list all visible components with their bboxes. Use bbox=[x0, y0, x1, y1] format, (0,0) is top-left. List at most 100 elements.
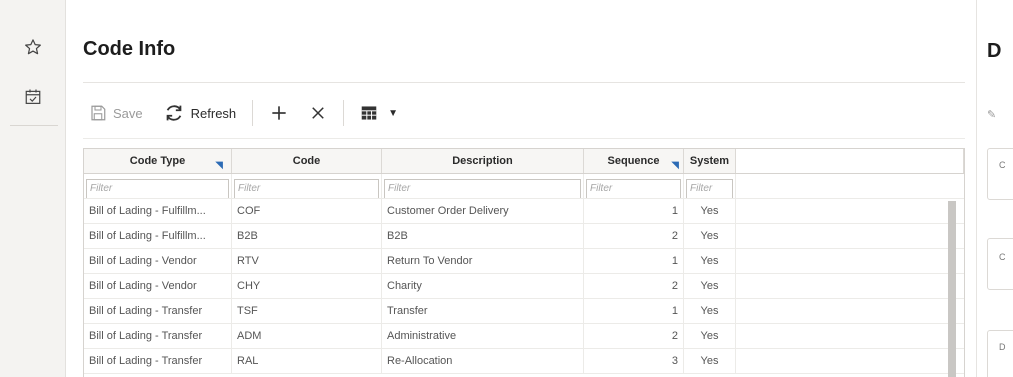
cell-system: Yes bbox=[684, 274, 736, 298]
left-rail bbox=[0, 0, 66, 377]
favorite-star-icon[interactable] bbox=[22, 36, 44, 58]
filter-sequence-input[interactable] bbox=[586, 178, 681, 198]
cell-system: Yes bbox=[684, 199, 736, 223]
cell-system: Yes bbox=[684, 224, 736, 248]
cell-description: Transfer bbox=[382, 299, 584, 323]
cell-spacer bbox=[736, 299, 964, 323]
cell-sequence: 2 bbox=[584, 224, 684, 248]
table-row[interactable]: Bill of Lading - Fulfillm... B2B B2B 2 Yes bbox=[84, 224, 964, 249]
cell-code: TSF bbox=[232, 299, 382, 323]
cell-code-type: Bill of Lading - Transfer bbox=[84, 349, 232, 373]
table-row[interactable]: Bill of Lading - Vendor RTV Return To Vend… bbox=[84, 249, 964, 274]
filter-row bbox=[84, 174, 964, 199]
toolbar: Save Refresh ▼ bbox=[83, 96, 404, 130]
cell-sequence: 1 bbox=[584, 249, 684, 273]
detail-field-label: C bbox=[999, 252, 1006, 262]
cell-sequence: 3 bbox=[584, 349, 684, 373]
cell-code-type: Bill of Lading - Fulfillm... bbox=[84, 199, 232, 223]
cell-code-type: Bill of Lading - Fulfillm... bbox=[84, 224, 232, 248]
cell-description: Charity bbox=[382, 274, 584, 298]
sort-ascending-icon: ◥ bbox=[215, 160, 223, 171]
col-header-code[interactable]: Code bbox=[232, 149, 382, 173]
cell-description: Return To Vendor bbox=[382, 249, 584, 273]
detail-field-box[interactable] bbox=[987, 148, 1013, 200]
cell-sequence: 1 bbox=[584, 299, 684, 323]
save-icon bbox=[91, 105, 106, 121]
table-row[interactable]: Bill of Lading - Transfer RAL Re-Allocatio… bbox=[84, 349, 964, 374]
cell-spacer bbox=[736, 324, 964, 348]
cell-code: RTV bbox=[232, 249, 382, 273]
detail-panel: D ✎ C C D bbox=[976, 0, 1013, 377]
cell-system: Yes bbox=[684, 349, 736, 373]
cell-spacer bbox=[736, 199, 964, 223]
close-icon bbox=[312, 107, 324, 119]
col-header-system[interactable]: System bbox=[684, 149, 736, 173]
toolbar-separator bbox=[252, 100, 254, 126]
delete-button[interactable] bbox=[303, 98, 333, 128]
columns-menu-button[interactable]: ▼ bbox=[354, 98, 404, 128]
cell-code: CHY bbox=[232, 274, 382, 298]
filter-system-input[interactable] bbox=[686, 178, 733, 198]
plus-icon bbox=[272, 106, 286, 120]
detail-panel-title: D bbox=[987, 40, 1002, 62]
cell-sequence: 2 bbox=[584, 324, 684, 348]
col-header-description[interactable]: Description bbox=[382, 149, 584, 173]
cell-system: Yes bbox=[684, 324, 736, 348]
detail-field-label: C bbox=[999, 160, 1006, 170]
table-row[interactable]: Bill of Lading - Vendor CHY Charity 2 Yes bbox=[84, 274, 964, 299]
cell-description: Re-Allocation bbox=[382, 349, 584, 373]
code-info-panel: Code Info Save Refresh ▼ Code Type ◥ Code… bbox=[67, 0, 975, 377]
detail-field-box[interactable] bbox=[987, 238, 1013, 290]
cell-spacer bbox=[736, 349, 964, 373]
cell-spacer bbox=[736, 249, 964, 273]
cell-code: RAL bbox=[232, 349, 382, 373]
refresh-icon bbox=[166, 105, 181, 121]
table-body: Bill of Lading - Fulfillm... COF Customer … bbox=[84, 199, 964, 374]
table-row[interactable]: Bill of Lading - Fulfillm... COF Customer … bbox=[84, 199, 964, 224]
cell-sequence: 2 bbox=[584, 274, 684, 298]
table-icon bbox=[361, 106, 377, 120]
save-label: Save bbox=[113, 105, 143, 121]
cell-code: B2B bbox=[232, 224, 382, 248]
detail-field-label: D bbox=[999, 342, 1006, 352]
code-info-table: Code Type ◥ Code Description Sequence ◥ Sy… bbox=[83, 148, 965, 377]
cell-system: Yes bbox=[684, 299, 736, 323]
page-title: Code Info bbox=[83, 38, 176, 60]
vertical-scrollbar[interactable] bbox=[948, 201, 956, 377]
cell-code-type: Bill of Lading - Vendor bbox=[84, 249, 232, 273]
refresh-button[interactable]: Refresh bbox=[157, 98, 243, 128]
cell-description: Customer Order Delivery bbox=[382, 199, 584, 223]
cell-code-type: Bill of Lading - Transfer bbox=[84, 299, 232, 323]
add-button[interactable] bbox=[263, 98, 295, 128]
table-row[interactable]: Bill of Lading - Transfer TSF Transfer 1 Yes bbox=[84, 299, 964, 324]
filter-description-input[interactable] bbox=[384, 178, 581, 198]
col-header-sequence[interactable]: Sequence ◥ bbox=[584, 149, 684, 173]
save-button[interactable]: Save bbox=[83, 98, 149, 128]
cell-description: Administrative bbox=[382, 324, 584, 348]
title-divider bbox=[83, 82, 965, 83]
cell-code-type: Bill of Lading - Transfer bbox=[84, 324, 232, 348]
rail-divider bbox=[10, 125, 58, 126]
chevron-down-icon: ▼ bbox=[388, 107, 399, 119]
calendar-check-icon[interactable] bbox=[22, 86, 44, 108]
cell-description: B2B bbox=[382, 224, 584, 248]
col-header-code-type[interactable]: Code Type ◥ bbox=[84, 149, 232, 173]
table-row[interactable]: Bill of Lading - Transfer ADM Administrati… bbox=[84, 324, 964, 349]
table-header-row: Code Type ◥ Code Description Sequence ◥ Sy… bbox=[84, 149, 964, 174]
edit-icon[interactable]: ✎ bbox=[987, 108, 996, 121]
cell-sequence: 1 bbox=[584, 199, 684, 223]
cell-code: COF bbox=[232, 199, 382, 223]
toolbar-divider bbox=[83, 138, 965, 139]
filter-code-input[interactable] bbox=[234, 178, 379, 198]
col-header-spacer bbox=[736, 149, 964, 173]
cell-code: ADM bbox=[232, 324, 382, 348]
filter-code-type-input[interactable] bbox=[86, 178, 229, 198]
cell-code-type: Bill of Lading - Vendor bbox=[84, 274, 232, 298]
refresh-label: Refresh bbox=[190, 105, 237, 121]
cell-system: Yes bbox=[684, 249, 736, 273]
cell-spacer bbox=[736, 224, 964, 248]
detail-field-box[interactable] bbox=[987, 330, 1013, 377]
toolbar-separator bbox=[343, 100, 345, 126]
sort-ascending-icon: ◥ bbox=[671, 160, 679, 171]
cell-spacer bbox=[736, 274, 964, 298]
